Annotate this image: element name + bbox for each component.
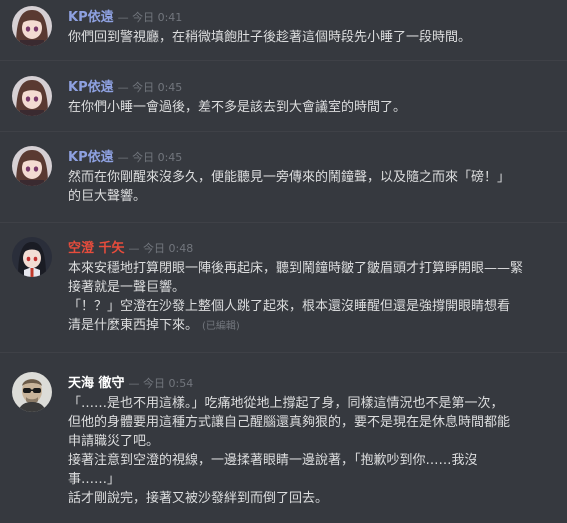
message-line: 然而在你剛醒來沒多久，便能聽見一旁傳來的鬧鐘聲，以及隨之而來「磅！」 [68,170,511,185]
message-line: 申請職災了吧。 [68,434,160,449]
author-name[interactable]: KP依遠 [68,10,114,25]
anime-girl-brown-hair-avatar-icon[interactable] [12,146,52,186]
message-line: 「！？」空澄在沙發上整個人跳了起來，根本還沒睡醒但還是強撐開眼睛想看 [68,299,511,314]
author-name[interactable]: KP依遠 [68,150,114,165]
message-header: KP依遠 — 今日 0:45 [68,76,182,96]
anime-girl-brown-hair-avatar-icon[interactable] [12,76,52,116]
message-divider [0,60,567,61]
timestamp: — 今日 0:45 [117,81,183,94]
message-line: 的巨大聲響。 [68,189,147,204]
message-line: 但他的身體要用這種方式讓自己醒腦還真夠狠的，要不是現在是休息時間都能 [68,415,511,430]
message-line: 事……」 [68,472,121,487]
message-header: 空澄 千矢 — 今日 0:48 [68,237,193,257]
man-sunglasses-avatar-icon[interactable] [12,372,52,412]
message-content: 「……是也不用這樣。」吃痛地從地上撐起了身，同樣這情況也不是第一次， 但他的身體… [68,394,558,508]
message-header: KP依遠 — 今日 0:41 [68,6,182,26]
timestamp: — 今日 0:41 [117,11,183,24]
message-content: 本來安穩地打算閉眼一陣後再起床，聽到鬧鐘時皺了皺眉頭才打算睜開眼——緊 接著就是… [68,259,558,336]
message-line: 「……是也不用這樣。」吃痛地從地上撐起了身，同樣這情況也不是第一次， [68,396,504,411]
message-divider [0,222,567,223]
chat-message: 天海 徹守 — 今日 0:54 「……是也不用這樣。」吃痛地從地上撐起了身，同樣這… [0,372,567,512]
message-divider [0,352,567,353]
chat-message: KP依遠 — 今日 0:41 你們回到警視廳，在稍微填飽肚子後趁著這個時段先小睡了… [0,6,567,48]
message-line: 在你們小睡一會過後，差不多是該去到大會議室的時間了。 [68,100,407,115]
author-name[interactable]: 天海 徹守 [68,376,125,391]
message-line: 接著就是一聲巨響。 [68,280,186,295]
anime-boy-dark-hair-avatar-icon[interactable] [12,237,52,277]
author-name[interactable]: KP依遠 [68,80,114,95]
message-header: KP依遠 — 今日 0:45 [68,146,182,166]
message-divider [0,131,567,132]
chat-message-list: KP依遠 — 今日 0:41 你們回到警視廳，在稍微填飽肚子後趁著這個時段先小睡了… [0,0,567,523]
author-name[interactable]: 空澄 千矢 [68,241,125,256]
chat-message: KP依遠 — 今日 0:45 在你們小睡一會過後，差不多是該去到大會議室的時間了。 [0,76,567,118]
message-content: 在你們小睡一會過後，差不多是該去到大會議室的時間了。 [68,98,558,117]
message-header: 天海 徹守 — 今日 0:54 [68,372,193,392]
edited-label: (已編輯) [202,321,240,332]
message-content: 然而在你剛醒來沒多久，便能聽見一旁傳來的鬧鐘聲，以及隨之而來「磅！」 的巨大聲響… [68,168,558,206]
message-line: 接著注意到空澄的視線，一邊揉著眼睛一邊說著，「抱歉吵到你……我沒 [68,453,478,468]
message-line-text: 清是什麼東西掉下來。 [68,318,199,333]
message-line: 你們回到警視廳，在稍微填飽肚子後趁著這個時段先小睡了一段時間。 [68,30,472,45]
chat-message: KP依遠 — 今日 0:45 然而在你剛醒來沒多久，便能聽見一旁傳來的鬧鐘聲，以及… [0,146,567,208]
anime-girl-brown-hair-avatar-icon[interactable] [12,6,52,46]
message-line: 本來安穩地打算閉眼一陣後再起床，聽到鬧鐘時皺了皺眉頭才打算睜開眼——緊 [68,261,524,276]
message-line: 清是什麼東西掉下來。 (已編輯) [68,316,558,336]
chat-message: 空澄 千矢 — 今日 0:48 本來安穩地打算閉眼一陣後再起床，聽到鬧鐘時皺了皺眉… [0,237,567,337]
timestamp: — 今日 0:45 [117,151,183,164]
timestamp: — 今日 0:48 [128,242,194,255]
message-content: 你們回到警視廳，在稍微填飽肚子後趁著這個時段先小睡了一段時間。 [68,28,558,47]
message-line: 話才剛說完，接著又被沙發絆到而倒了回去。 [68,491,329,506]
timestamp: — 今日 0:54 [128,377,194,390]
